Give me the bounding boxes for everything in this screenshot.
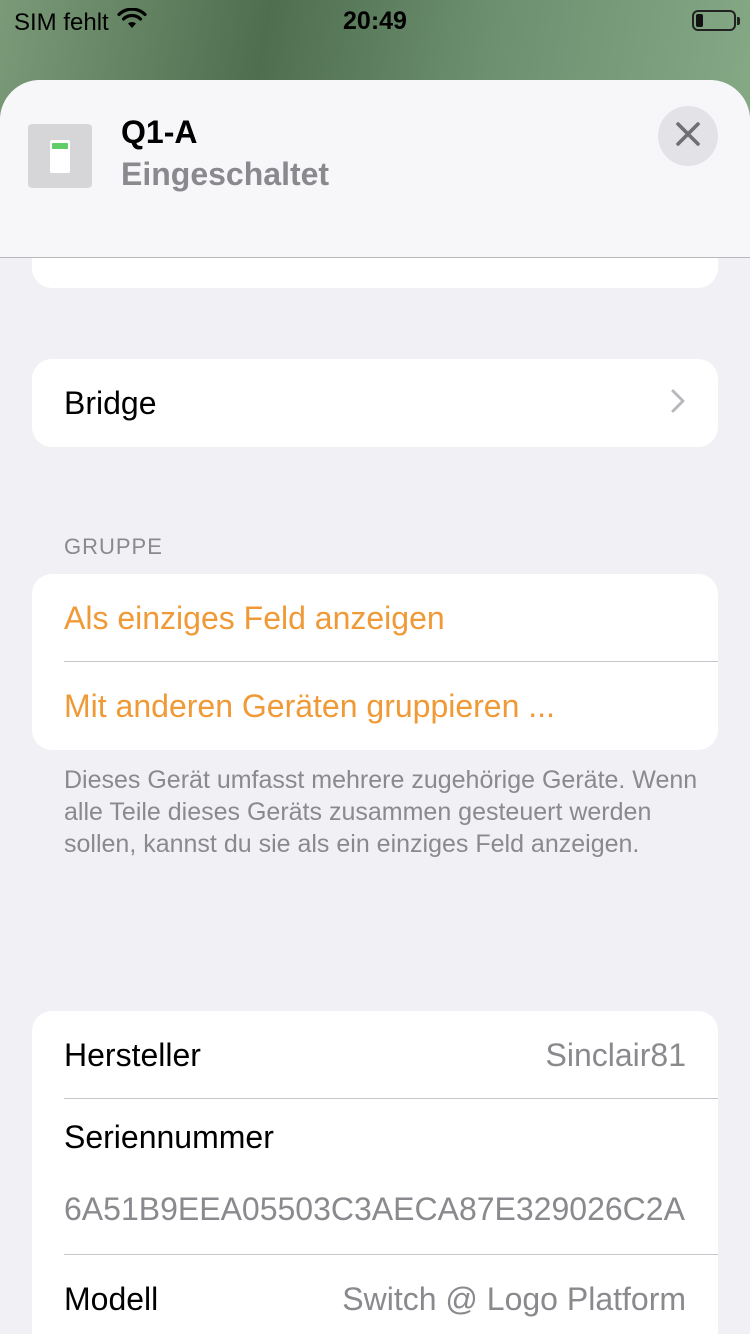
info-card: Hersteller Sinclair81 Seriennummer 6A51B… <box>32 1011 718 1334</box>
manufacturer-value: Sinclair81 <box>545 1036 686 1073</box>
group-section-header: GRUPPE <box>64 534 163 559</box>
sheet-header: Q1-A Eingeschaltet <box>0 80 750 258</box>
model-value: Switch @ Logo Platform <box>342 1280 686 1317</box>
manufacturer-label: Hersteller <box>64 1036 201 1073</box>
bridge-label: Bridge <box>64 384 157 421</box>
group-card: Als einziges Feld anzeigen Mit anderen G… <box>32 574 718 750</box>
device-title: Q1-A <box>121 114 198 150</box>
group-with-others-label: Mit anderen Geräten gruppieren ... <box>64 687 555 724</box>
close-button[interactable] <box>658 106 718 166</box>
serial-number-value: 6A51B9EEA05503C3AECA87E329026C2A <box>64 1191 685 1227</box>
status-time: 20:49 <box>343 7 407 35</box>
group-with-others-button[interactable]: Mit anderen Geräten gruppieren ... <box>32 662 718 750</box>
group-footnote: Dieses Gerät umfasst mehrere zugehörige … <box>64 766 698 858</box>
serial-number-label: Seriennummer <box>64 1119 274 1155</box>
model-row: Modell Switch @ Logo Platform <box>32 1255 718 1334</box>
switch-indicator <box>50 140 70 173</box>
show-as-single-tile-button[interactable]: Als einziges Feld anzeigen <box>32 574 718 662</box>
show-as-single-tile-label: Als einziges Feld anzeigen <box>64 599 445 636</box>
bridge-row[interactable]: Bridge <box>32 359 718 447</box>
bridge-card: Bridge <box>32 359 718 447</box>
manufacturer-row: Hersteller Sinclair81 <box>32 1011 718 1099</box>
battery-icon <box>692 10 740 31</box>
battery-level <box>696 14 703 27</box>
switch-tile-icon <box>28 124 92 188</box>
serial-number-row: Seriennummer 6A51B9EEA05503C3AECA87E3290… <box>32 1099 718 1255</box>
accessory-detail-sheet: Bridge GRUPPE Als einziges Feld anzeigen… <box>0 80 750 1334</box>
close-icon <box>675 121 701 152</box>
device-status: Eingeschaltet <box>121 156 330 192</box>
chevron-right-icon <box>670 385 686 422</box>
model-label: Modell <box>64 1280 159 1317</box>
status-bar: SIM fehlt 20:49 <box>0 0 750 40</box>
